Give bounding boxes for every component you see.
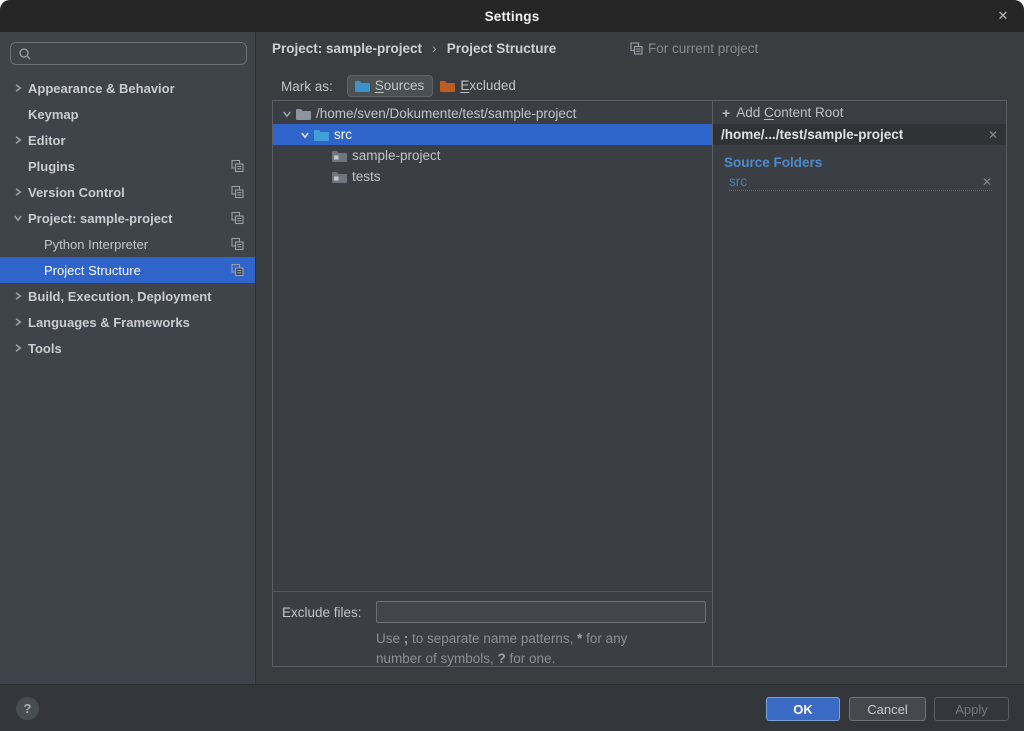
per-project-settings-icon [231, 212, 244, 225]
sidebar-item-tools[interactable]: Tools [0, 335, 255, 361]
breadcrumb-separator: › [432, 40, 437, 56]
tree-row-tests[interactable]: tests [273, 166, 712, 187]
sidebar-item-project-structure[interactable]: Project Structure [0, 257, 255, 283]
exclude-files-label: Exclude files: [282, 605, 362, 620]
tree-row-src[interactable]: src [273, 124, 712, 145]
source-folder-name: src [729, 174, 747, 189]
tree-row-sample-project[interactable]: sample-project [273, 145, 712, 166]
sidebar-item-appearance-behavior[interactable]: Appearance & Behavior [0, 75, 255, 101]
remove-content-root-icon[interactable]: ✕ [988, 128, 998, 142]
sidebar-item-languages-frameworks[interactable]: Languages & Frameworks [0, 309, 255, 335]
chevron-down-icon [279, 109, 295, 119]
excluded-folder-icon [439, 79, 455, 93]
per-project-settings-icon [231, 160, 244, 173]
chevron-right-icon [8, 83, 28, 93]
close-icon[interactable]: ✕ [992, 5, 1014, 27]
chevron-right-icon [8, 187, 28, 197]
chevron-right-icon [8, 291, 28, 301]
folder-icon [331, 170, 347, 184]
sidebar-item-project[interactable]: Project: sample-project [0, 205, 255, 231]
mark-sources-button[interactable]: Sources [347, 75, 434, 97]
folder-icon [331, 149, 347, 163]
breadcrumb: Project: sample-project › Project Struct… [272, 40, 556, 56]
settings-dialog: Settings ✕ Appearance & Behavior Keymap … [0, 0, 1024, 731]
exclude-files-section: Exclude files: Use ; to separate name pa… [273, 592, 712, 666]
source-folders-title: Source Folders [724, 155, 1006, 170]
per-project-settings-icon [231, 264, 244, 277]
sidebar-item-keymap[interactable]: Keymap [0, 101, 255, 127]
content-tree-pane: /home/sven/Dokumente/test/sample-project… [273, 101, 713, 666]
sidebar-item-version-control[interactable]: Version Control [0, 179, 255, 205]
search-icon [18, 47, 32, 61]
dialog-footer: ? OK Cancel Apply [0, 684, 1024, 731]
chevron-right-icon [8, 343, 28, 353]
main-panel: Project: sample-project › Project Struct… [256, 32, 1024, 684]
remove-source-folder-icon[interactable]: ✕ [982, 175, 992, 189]
content-root-row[interactable]: /home/.../test/sample-project ✕ [713, 124, 1006, 145]
ok-button[interactable]: OK [766, 697, 840, 721]
sidebar-item-python-interpreter[interactable]: Python Interpreter [0, 231, 255, 257]
chevron-right-icon [8, 135, 28, 145]
per-project-settings-icon [630, 42, 643, 55]
apply-button[interactable]: Apply [934, 697, 1009, 721]
sidebar-item-plugins[interactable]: Plugins [0, 153, 255, 179]
dialog-title: Settings [485, 9, 540, 24]
settings-sidebar: Appearance & Behavior Keymap Editor Plug… [0, 32, 256, 684]
settings-tree: Appearance & Behavior Keymap Editor Plug… [0, 75, 255, 361]
search-input[interactable] [10, 42, 247, 65]
exclude-files-input[interactable] [376, 601, 706, 623]
per-project-settings-icon [231, 186, 244, 199]
source-folder-icon [313, 128, 329, 142]
tree-row-content-root[interactable]: /home/sven/Dokumente/test/sample-project [273, 103, 712, 124]
breadcrumb-project: Project: sample-project [272, 41, 422, 56]
page-title: Project Structure [447, 41, 557, 56]
source-folder-icon [354, 79, 370, 93]
project-structure-panel: /home/sven/Dokumente/test/sample-project… [272, 100, 1007, 667]
cancel-button[interactable]: Cancel [849, 697, 926, 721]
exclude-files-hint: Use ; to separate name patterns, * for a… [376, 629, 627, 670]
mark-as-toolbar: Mark as: Sources Excluded [281, 75, 524, 97]
scope-note: For current project [630, 41, 758, 56]
folder-icon [295, 107, 311, 121]
titlebar: Settings ✕ [0, 0, 1024, 32]
source-folder-row[interactable]: src ✕ [729, 174, 992, 191]
content-roots-pane: + Add Content Root /home/.../test/sample… [713, 101, 1006, 666]
plus-icon: + [722, 106, 730, 120]
mark-as-label: Mark as: [281, 79, 333, 94]
sidebar-item-build-execution-deployment[interactable]: Build, Execution, Deployment [0, 283, 255, 309]
chevron-down-icon [8, 213, 28, 223]
add-content-root-button[interactable]: + Add Content Root [713, 101, 1006, 124]
mark-excluded-button[interactable]: Excluded [435, 76, 524, 96]
content-root-path: /home/.../test/sample-project [721, 127, 988, 142]
help-button[interactable]: ? [16, 697, 39, 720]
chevron-right-icon [8, 317, 28, 327]
directory-tree: /home/sven/Dokumente/test/sample-project… [273, 101, 712, 592]
per-project-settings-icon [231, 238, 244, 251]
sidebar-item-editor[interactable]: Editor [0, 127, 255, 153]
chevron-down-icon [297, 130, 313, 140]
